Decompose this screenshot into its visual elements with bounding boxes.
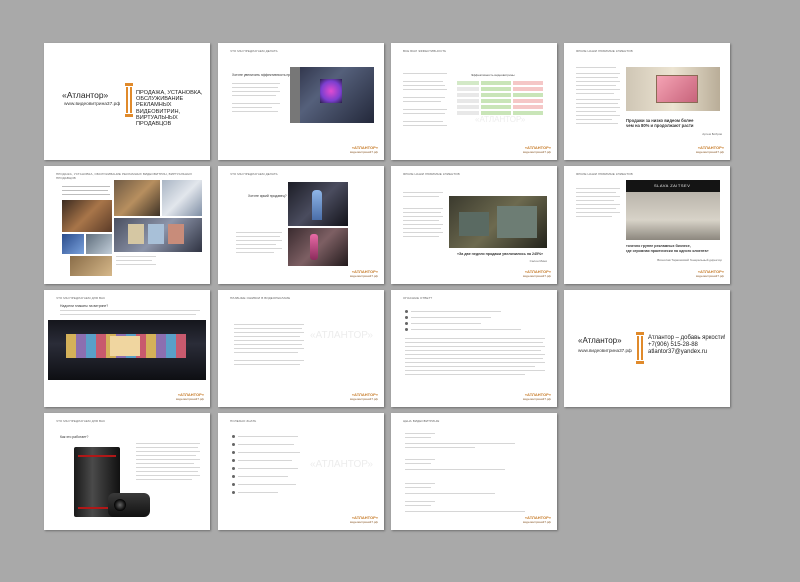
page-header: ЦЕНА ВИДЕОВИТРИНЫ [403, 419, 440, 423]
page-how-it-works: ЧТО МЫ ПРЕДЛАГАЕМ ДЛЯ ВАС Как это работа… [44, 413, 210, 530]
watermark-logo: «АТЛАНТОР» [310, 459, 373, 470]
client-quote: «За две недели продажи увеличились на 24… [457, 252, 544, 256]
quote-author: Вячеслав Тарасевский Генеральный директо… [657, 258, 722, 262]
photo-showroom [62, 200, 112, 232]
table-title: Эффективность видеовитрины [471, 73, 515, 77]
photo-video-showcase [290, 67, 374, 123]
page-header: ЧТО МЫ ПРЕДЛАГАЕМ ДЕЛАТЬ [230, 172, 278, 176]
page-offer-2: ЧТО МЫ ПРЕДЛАГАЕМ ДЕЛАТЬ Хотите яркий пр… [218, 166, 384, 284]
contacts-site: www.видеовитрина37.рф [578, 348, 632, 353]
cover-subtitle: ПРОДАЖА, УСТАНОВКА, ОБСЛУЖИВАНИЕ РЕКЛАМН… [136, 90, 203, 128]
photo-escalator [114, 180, 160, 216]
page-useful-info: ПОЛЕЗНО ЗНАТЬ «АТЛАНТОР» «АТЛАНТОР» видео… [218, 413, 384, 530]
page-answers: ОПАСНЫЕ ОТВЕТ? «АТЛАНТОР» видеовитрина37.… [391, 290, 557, 407]
footer-logo: «АТЛАНТОР» видеовитрина37.рф [350, 269, 378, 278]
photo-night-storefront [449, 196, 547, 248]
photo-store-display [626, 67, 720, 111]
photo-window [86, 234, 112, 254]
photo-sign-storefront: SLAVA ZAITSEV [626, 180, 720, 240]
store-sign: SLAVA ZAITSEV [654, 183, 691, 188]
page-price: ЦЕНА ВИДЕОВИТРИНЫ «АТЛАНТОР» видеовитрина… [391, 413, 557, 530]
photo-presenter [288, 228, 348, 266]
contacts-block: Атлантор – добавь яркости! +7(906) 515-2… [648, 335, 726, 357]
page-header: ЧТО МЫ ПРЕДЛАГАЕМ ДЕЛАТЬ [230, 49, 278, 53]
page-offer-3: ЧТО МЫ ПРЕДЛАГАЕМ ДЛЯ ВАС Надоели плакат… [44, 290, 210, 407]
contacts-phone[interactable]: +7(906) 515-28-88 [648, 342, 726, 349]
page-efficiency: ВСЕ БЫЛ ЭФФЕКТИВНОСТЬ Эффективность виде… [391, 43, 557, 160]
page-header: ПЛАВНЫЕ ОШИБКИ В ВИДЕОРЕКЛАМЕ [230, 296, 291, 300]
photo-shelf [70, 256, 112, 276]
watermark-logo: «АТЛАНТОР» [475, 115, 526, 124]
quote-author: Салон Мини [529, 259, 547, 263]
logo-pillar-icon [125, 83, 133, 117]
footer-logo: «АТЛАНТОР» видеовитрина37.рф [523, 515, 551, 524]
page-gallery: ПРОДАЖА, УСТАНОВКА, ОБСЛУЖИВАНИЕ РЕКЛАМН… [44, 166, 210, 284]
cover-brand: «Атлантор» [62, 90, 109, 100]
watermark-logo: «АТЛАНТОР» [310, 330, 373, 341]
page-clients-3: ЯРКИЕ НАШИ ЛЮБИМЫЕ КЛИЕНТОВ SLAVA ZAITSE… [564, 166, 730, 284]
footer-logo: «АТЛАНТОР» видеовитрина37.рф [523, 145, 551, 154]
contacts-slogan: Атлантор – добавь яркости! [648, 335, 726, 341]
page-mistakes: ПЛАВНЫЕ ОШИБКИ В ВИДЕОРЕКЛАМЕ «АТЛАНТОР»… [218, 290, 384, 407]
page-header: ВСЕ БЫЛ ЭФФЕКТИВНОСТЬ [403, 49, 447, 53]
projector-icon [108, 493, 150, 517]
footer-logo: «АТЛАНТОР» видеовитрина37.рф [350, 515, 378, 524]
page-header: ЯРКИЕ НАШИ ЛЮБИМЫЕ КЛИЕНТОВ [403, 172, 460, 176]
page-question: Хотите яркий продавец? [248, 194, 287, 198]
client-quote: точечно группе рекламных бизнесе, где огр… [626, 244, 709, 253]
quote-author: Артем Бобров [702, 132, 722, 136]
page-header: ЧТО МЫ ПРЕДЛАГАЕМ ДЛЯ ВАС [56, 419, 106, 423]
page-question: Как это работает? [60, 435, 89, 439]
page-header: ЧТО МЫ ПРЕДЛАГАЕМ ДЛЯ ВАС [56, 296, 106, 300]
photo-panorama-video-wall [48, 320, 206, 380]
page-header: ПРОДАЖА, УСТАНОВКА, ОБСЛУЖИВАНИЕ РЕКЛАМН… [56, 172, 193, 180]
contacts-email[interactable]: atlantor37@yandex.ru [648, 349, 726, 356]
page-header: ЯРКИЕ НАШИ ЛЮБИМЫЕ КЛИЕНТОВ [576, 172, 633, 176]
page-header: ПОЛЕЗНО ЗНАТЬ [230, 419, 257, 423]
page-clients-1: ЯРКИЕ НАШИ ЛЮБИМЫЕ КЛИЕНТОВ Продажи за н… [564, 43, 730, 160]
footer-logo: «АТЛАНТОР» видеовитрина37.рф [350, 392, 378, 401]
page-header: ОПАСНЫЕ ОТВЕТ? [403, 296, 433, 300]
logo-pillar-icon [636, 332, 644, 364]
photo-mall [162, 180, 202, 216]
page-cover: «Атлантор» www.видеовитрина37.рф ПРОДАЖА… [44, 43, 210, 160]
photo-virtual-seller [288, 182, 348, 226]
cover-site: www.видеовитрина37.рф [64, 102, 121, 107]
footer-logo: «АТЛАНТОР» видеовитрина37.рф [523, 392, 551, 401]
footer-logo: «АТЛАНТОР» видеовитрина37.рф [350, 145, 378, 154]
footer-logo: «АТЛАНТОР» видеовитрина37.рф [696, 269, 724, 278]
page-header: ЯРКИЕ НАШИ ЛЮБИМЫЕ КЛИЕНТОВ [576, 49, 633, 53]
footer-logo: «АТЛАНТОР» видеовитрина37.рф [176, 392, 204, 401]
photo-display-wall [114, 218, 202, 252]
page-question: Надоели плакаты на витрине? [60, 304, 109, 308]
photo-screen [62, 234, 84, 254]
client-quote: Продажи за низко видеом более чем на 80% … [626, 118, 694, 128]
page-offer-1: ЧТО МЫ ПРЕДЛАГАЕМ ДЕЛАТЬ Хотите увеличит… [218, 43, 384, 160]
page-contacts: «Атлантор» www.видеовитрина37.рф Атланто… [564, 290, 730, 407]
footer-logo: «АТЛАНТОР» видеовитрина37.рф [696, 145, 724, 154]
contacts-brand: «Атлантор» [578, 336, 622, 345]
page-clients-2: ЯРКИЕ НАШИ ЛЮБИМЫЕ КЛИЕНТОВ «За две неде… [391, 166, 557, 284]
footer-logo: «АТЛАНТОР» видеовитрина37.рф [523, 269, 551, 278]
